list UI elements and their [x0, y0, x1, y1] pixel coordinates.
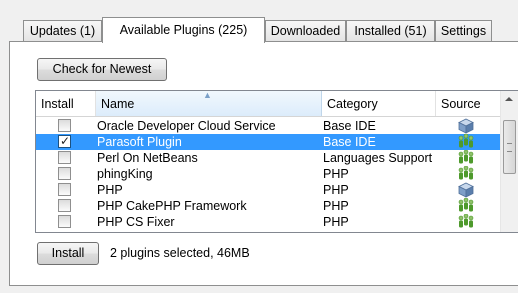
install-checkbox[interactable]	[58, 167, 71, 180]
install-checkbox[interactable]	[58, 199, 71, 212]
scroll-thumb[interactable]	[503, 120, 516, 174]
tab-available-plugins[interactable]: Available Plugins (225)	[102, 17, 265, 43]
install-button[interactable]: Install	[37, 242, 99, 265]
install-checkbox[interactable]	[58, 119, 71, 132]
plugin-name: PHP CakePHP Framework	[97, 199, 247, 213]
community-icon	[458, 133, 474, 150]
community-icon	[458, 149, 474, 166]
scroll-up-icon[interactable]	[505, 97, 513, 101]
checkmark-icon: ✓	[60, 134, 71, 148]
tab-installed[interactable]: Installed (51)	[346, 20, 435, 41]
plugin-category: PHP	[323, 167, 349, 181]
table-row[interactable]: phingKing PHP	[36, 165, 506, 182]
plugin-name: PHP CS Fixer	[97, 215, 175, 229]
plugin-category: Base IDE	[323, 135, 376, 149]
plugin-category: Base IDE	[323, 119, 376, 133]
install-checkbox[interactable]	[58, 151, 71, 164]
tab-updates[interactable]: Updates (1)	[23, 20, 102, 41]
plugins-table: Install Name ▲ Category Source Oracle De…	[35, 90, 518, 233]
install-checkbox[interactable]: ✓	[58, 134, 71, 148]
community-icon	[458, 197, 474, 214]
column-header-category[interactable]: Category	[322, 91, 436, 116]
community-icon	[458, 213, 474, 230]
box-icon	[458, 182, 474, 198]
box-icon	[458, 118, 474, 134]
table-header: Install Name ▲ Category Source	[36, 91, 518, 117]
check-for-newest-button[interactable]: Check for Newest	[37, 58, 167, 81]
table-row[interactable]: PHP CakePHP Framework PHP	[36, 197, 506, 214]
plugin-name: Oracle Developer Cloud Service	[97, 119, 276, 133]
community-icon	[458, 165, 474, 182]
table-row[interactable]: PHP CS Fixer PHP	[36, 213, 506, 230]
table-row[interactable]: PHP PHP	[36, 182, 506, 198]
plugin-name: Perl On NetBeans	[97, 151, 198, 165]
plugin-category: Languages Support	[323, 151, 433, 165]
selection-status: 2 plugins selected, 46MB	[110, 246, 250, 260]
table-row[interactable]: Perl On NetBeans Languages Support	[36, 149, 506, 166]
install-checkbox[interactable]	[58, 183, 71, 196]
plugin-category: PHP	[323, 183, 349, 197]
plugin-name: Parasoft Plugin	[97, 135, 182, 149]
table-row[interactable]: Oracle Developer Cloud Service Base IDE	[36, 118, 506, 134]
plugin-name: PHP	[97, 183, 123, 197]
column-header-install[interactable]: Install	[36, 91, 96, 116]
plugin-name: phingKing	[97, 167, 153, 181]
tab-downloaded[interactable]: Downloaded	[265, 20, 346, 41]
install-checkbox[interactable]	[58, 215, 71, 228]
plugin-category: PHP	[323, 199, 349, 213]
plugin-category: PHP	[323, 215, 349, 229]
sort-ascending-icon: ▲	[203, 90, 212, 100]
table-row[interactable]: ✓ Parasoft Plugin Base IDE	[36, 133, 506, 150]
tab-settings[interactable]: Settings	[435, 20, 492, 41]
vertical-scrollbar[interactable]	[500, 91, 518, 232]
column-header-source[interactable]: Source	[436, 91, 502, 116]
